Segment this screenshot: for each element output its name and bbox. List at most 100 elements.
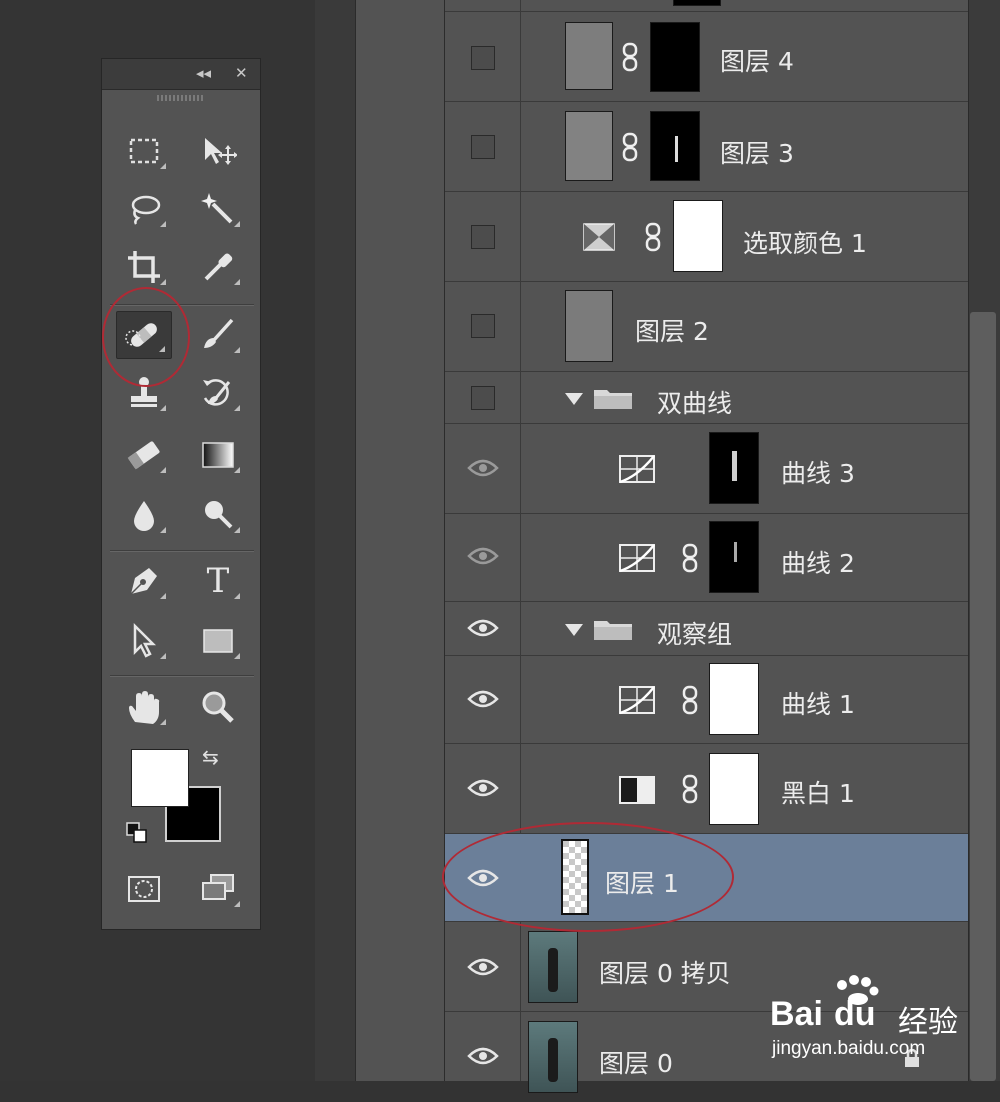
rectangular-marquee-tool[interactable] [116, 127, 172, 175]
visibility-toggle[interactable] [471, 225, 495, 249]
curves-icon [619, 544, 655, 573]
layer-thumbnail [565, 290, 613, 362]
layer-mask-thumbnail [709, 663, 759, 735]
visibility-toggle[interactable] [471, 314, 495, 338]
type-icon: T [206, 561, 230, 601]
visibility-toggle[interactable] [471, 135, 495, 159]
hand-tool[interactable] [116, 683, 172, 731]
default-colors-icon[interactable] [126, 822, 148, 844]
dodge-tool[interactable] [190, 491, 246, 539]
magic-wand-tool[interactable] [190, 185, 246, 233]
layer-thumbnail-transparent [561, 839, 589, 915]
eraser-icon [127, 441, 160, 470]
layer-mask-thumbnail [673, 200, 723, 272]
folder-icon [594, 390, 632, 409]
eye-icon[interactable] [467, 546, 499, 566]
layer-row[interactable]: 曲线 2 [445, 514, 969, 602]
link-icon [682, 543, 698, 573]
quick-mask-icon [128, 876, 160, 902]
crop-tool[interactable] [116, 243, 172, 291]
expand-triangle-icon[interactable] [565, 393, 583, 405]
layer-name: 黑白 1 [781, 779, 855, 808]
quick-mask-button[interactable] [116, 865, 172, 913]
arrow-icon [133, 622, 157, 658]
visibility-toggle[interactable] [471, 46, 495, 70]
folder-icon [594, 621, 632, 640]
layer-row[interactable]: 图层 2 [445, 282, 969, 372]
tools-panel: ◂◂ ✕ T ⇆ [101, 58, 261, 930]
clone-stamp-tool[interactable] [116, 369, 172, 417]
zoom-tool[interactable] [190, 683, 246, 731]
pen-tool[interactable] [116, 557, 172, 605]
eye-icon[interactable] [467, 458, 499, 478]
eye-icon[interactable] [467, 618, 499, 638]
close-icon[interactable]: ✕ [235, 63, 248, 83]
swap-colors-icon[interactable]: ⇆ [202, 745, 219, 769]
layer-thumbnail [565, 111, 613, 181]
drop-icon [134, 501, 154, 531]
layer-group-row[interactable]: 观察组 [445, 602, 969, 656]
type-tool[interactable]: T [190, 557, 246, 605]
rectangle-icon [203, 629, 233, 653]
history-brush-tool[interactable] [190, 369, 246, 417]
crop-icon [128, 251, 160, 283]
layer-mask-thumbnail [709, 432, 759, 504]
brush-tool[interactable] [190, 311, 246, 359]
move-icon [205, 138, 237, 165]
layer-name: 图层 3 [720, 139, 794, 168]
marquee-icon [129, 138, 159, 164]
history-brush-icon [203, 379, 231, 406]
layer-row-selected[interactable]: 图层 1 [445, 834, 969, 922]
blur-tool[interactable] [116, 491, 172, 539]
eye-icon[interactable] [467, 1046, 499, 1066]
layer-row[interactable]: 黑白 1 [445, 744, 969, 834]
layer-row[interactable]: 图层 0 拷贝 [445, 922, 969, 1012]
layer-row[interactable]: 选取颜色 1 [445, 192, 969, 282]
foreground-color-swatch[interactable] [131, 749, 189, 807]
expand-triangle-icon[interactable] [565, 624, 583, 636]
layer-row[interactable]: 图层 0 [445, 1012, 969, 1102]
layer-thumbnail-photo [528, 931, 578, 1003]
panel-grip[interactable] [157, 95, 203, 101]
layer-name: 图层 0 [599, 1049, 673, 1078]
eye-icon[interactable] [467, 689, 499, 709]
layer-name: 图层 4 [720, 47, 794, 76]
layers-scrollbar-thumb[interactable] [970, 312, 996, 1081]
link-icon [645, 222, 661, 252]
layer-row[interactable]: 曲线 3 [445, 424, 969, 514]
gradient-tool[interactable] [190, 431, 246, 479]
curves-icon [619, 686, 655, 715]
layer-thumbnail [565, 22, 613, 90]
curves-icon [619, 455, 655, 484]
layer-mask-thumbnail [709, 521, 759, 593]
move-tool[interactable] [190, 127, 246, 175]
layer-thumbnail-photo [528, 1021, 578, 1093]
layer-group-name: 观察组 [657, 620, 733, 649]
path-selection-tool[interactable] [116, 617, 172, 665]
panel-dock-gutter [315, 0, 356, 1081]
layer-row[interactable]: 图层 4 [445, 12, 969, 102]
layer-mask-thumbnail [650, 111, 700, 181]
lasso-tool[interactable] [116, 185, 172, 233]
spot-healing-brush-tool[interactable] [116, 311, 172, 359]
eye-icon[interactable] [467, 778, 499, 798]
layer-row[interactable]: 图层 3 [445, 102, 969, 192]
eyedropper-icon [204, 253, 233, 281]
rectangle-tool[interactable] [190, 617, 246, 665]
screen-mode-icon [202, 874, 234, 900]
layer-name: 选取颜色 1 [743, 229, 867, 258]
layer-name: 图层 2 [635, 317, 709, 346]
layer-row-partial[interactable] [445, 0, 969, 12]
screen-mode-button[interactable] [190, 865, 246, 913]
layer-row[interactable]: 曲线 1 [445, 656, 969, 744]
eye-icon[interactable] [467, 868, 499, 888]
collapse-icon[interactable]: ◂◂ [196, 63, 211, 83]
eraser-tool[interactable] [116, 431, 172, 479]
visibility-toggle[interactable] [471, 386, 495, 410]
layer-group-row[interactable]: 双曲线 [445, 372, 969, 424]
tools-panel-header[interactable]: ◂◂ ✕ [102, 59, 260, 90]
eye-icon[interactable] [467, 957, 499, 977]
link-icon [682, 774, 698, 804]
eyedropper-tool[interactable] [190, 243, 246, 291]
layer-name: 图层 1 [605, 869, 679, 898]
